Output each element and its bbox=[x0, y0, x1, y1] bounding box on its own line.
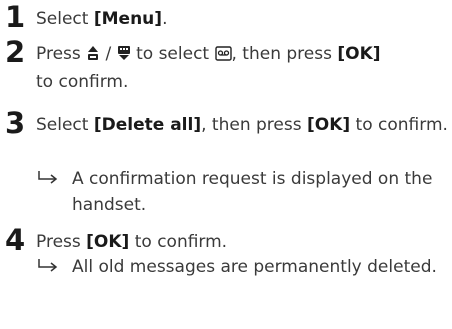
voicemail-icon bbox=[214, 43, 232, 69]
menu-key-label: [Menu] bbox=[93, 9, 163, 29]
icon-separator: / bbox=[100, 44, 117, 64]
step-number: 4 bbox=[5, 223, 26, 257]
step-text-pre: Select bbox=[36, 115, 94, 135]
result-arrow-icon bbox=[38, 259, 58, 272]
step-text-pre: Press bbox=[36, 232, 87, 252]
step-text-mid2: , then press bbox=[231, 44, 338, 64]
step-text: Press / to select , then press [OK] to co… bbox=[36, 41, 448, 95]
step-text-pre: Press bbox=[36, 44, 87, 64]
step-text: Select [Delete all], then press [OK] to … bbox=[36, 112, 448, 138]
down-nav-icon bbox=[117, 43, 131, 69]
step-text-post: to confirm. bbox=[129, 232, 228, 252]
step-text-post: . bbox=[162, 9, 168, 29]
step-text-post: to confirm. bbox=[36, 72, 129, 92]
step-text-pre: Select bbox=[36, 9, 94, 29]
ok-key-label: [OK] bbox=[306, 115, 351, 135]
result-text: A confirmation request is displayed on t… bbox=[72, 169, 433, 215]
step-number: 2 bbox=[5, 35, 26, 69]
step-text-mid: to select bbox=[130, 44, 215, 64]
result-arrow-icon bbox=[38, 171, 58, 184]
delete-all-key-label: [Delete all] bbox=[93, 115, 202, 135]
up-nav-icon bbox=[86, 43, 100, 69]
step-text: Press [OK] to confirm. bbox=[36, 229, 448, 255]
step-text-mid: , then press bbox=[201, 115, 307, 135]
step-number: 3 bbox=[5, 106, 26, 140]
step-text-post: to confirm. bbox=[350, 115, 448, 135]
ok-key-label: [OK] bbox=[337, 44, 381, 64]
result-text: All old messages are permanently deleted… bbox=[72, 257, 437, 277]
step-text: Select [Menu]. bbox=[36, 6, 448, 32]
step-number: 1 bbox=[5, 0, 26, 34]
ok-key-label: [OK] bbox=[86, 232, 130, 252]
